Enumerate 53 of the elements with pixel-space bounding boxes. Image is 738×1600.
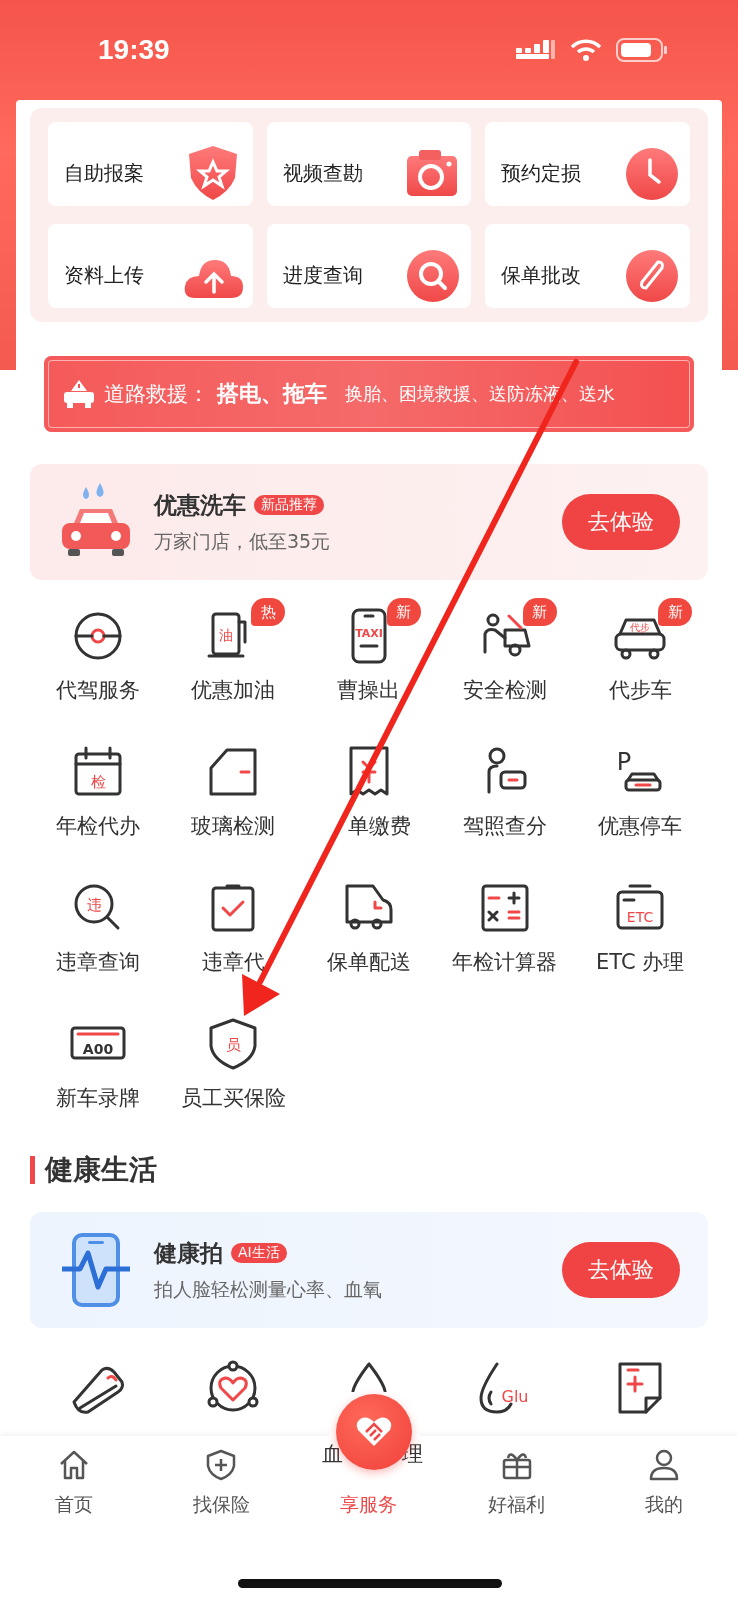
promo-title: 健康拍 bbox=[154, 1238, 223, 1268]
phone-pulse-icon bbox=[60, 1231, 132, 1309]
health-scan-card[interactable]: 健康拍 AI生活 拍人脸轻松测量心率、血氧 去体验 bbox=[30, 1212, 708, 1328]
service-label[interactable]: 优惠加油 bbox=[191, 676, 276, 704]
promo-tag: AI生活 bbox=[231, 1243, 287, 1263]
battery-icon bbox=[616, 38, 668, 62]
section-marker bbox=[30, 1156, 35, 1184]
tow-truck-icon bbox=[62, 379, 96, 409]
quick-action-tile[interactable]: 预约定损 bbox=[485, 122, 690, 206]
tab[interactable]: 首页 bbox=[0, 1448, 148, 1518]
service-label[interactable]: 年检计算器 bbox=[452, 948, 558, 976]
rescue-title: 道路救援： bbox=[104, 381, 209, 408]
service-label[interactable]: 年检代办 bbox=[55, 812, 140, 840]
tab[interactable]: 享服务 bbox=[295, 1492, 443, 1518]
tab[interactable]: 好福利 bbox=[442, 1448, 591, 1518]
quick-action-tile[interactable]: 资料上传 bbox=[48, 224, 253, 308]
service-label[interactable]: 优惠停车 bbox=[598, 812, 683, 840]
section-title: 健康生活 bbox=[45, 1152, 157, 1188]
service-label[interactable]: 代步车 bbox=[608, 676, 672, 704]
quick-action-tile[interactable]: 进度查询 bbox=[266, 224, 472, 308]
promo-subtitle: 万家门店，低至35元 bbox=[154, 528, 332, 554]
rescue-highlight: 搭电、拖车 bbox=[217, 380, 327, 408]
service-label[interactable]: 曹操出 bbox=[337, 676, 401, 704]
service-label[interactable]: 玻璃检测 bbox=[191, 812, 276, 840]
service-label[interactable]: 安全检测 bbox=[462, 676, 547, 704]
service-label[interactable]: 保单配送 bbox=[327, 948, 411, 976]
service-label[interactable]: 违章代 bbox=[201, 948, 265, 976]
car-wash-card[interactable]: 优惠洗车 新品推荐 万家门店，低至35元 去体验 bbox=[30, 464, 708, 580]
badge: 新 bbox=[387, 598, 421, 626]
service-label[interactable]: 违章查询 bbox=[55, 948, 140, 976]
quick-action-tile[interactable]: 保单批改 bbox=[485, 224, 690, 308]
service-label[interactable]: 新车录牌 bbox=[55, 1084, 140, 1112]
signal-icon bbox=[516, 40, 556, 60]
service-label[interactable]: ETC 办理 bbox=[596, 948, 685, 976]
try-button[interactable]: 去体验 bbox=[562, 1242, 680, 1298]
tab[interactable]: 找保险 bbox=[147, 1448, 296, 1518]
service-label[interactable]: 代驾服务 bbox=[55, 676, 140, 704]
service-label[interactable]: 员工买保险 bbox=[180, 1084, 286, 1112]
service-label[interactable]: 驾照查分 bbox=[462, 812, 547, 840]
promo-subtitle: 拍人脸轻松测量心率、血氧 bbox=[154, 1276, 383, 1302]
wifi-icon bbox=[570, 39, 602, 61]
quick-action-tile[interactable]: 自助报案 bbox=[48, 122, 253, 206]
service-label[interactable]: 单缴费 bbox=[327, 812, 411, 840]
promo-tag: 新品推荐 bbox=[254, 495, 324, 515]
badge: 新 bbox=[522, 598, 557, 626]
health-item-label: 血 bbox=[322, 1441, 343, 1468]
quick-action-tile[interactable]: 视频查勘 bbox=[266, 122, 472, 206]
try-button[interactable]: 去体验 bbox=[562, 494, 680, 550]
promo-title: 优惠洗车 bbox=[154, 490, 246, 520]
status-time: 19:39 bbox=[98, 34, 170, 66]
tab[interactable]: 我的 bbox=[590, 1448, 738, 1518]
badge: 新 bbox=[658, 598, 693, 626]
badge: 热 bbox=[251, 598, 286, 626]
